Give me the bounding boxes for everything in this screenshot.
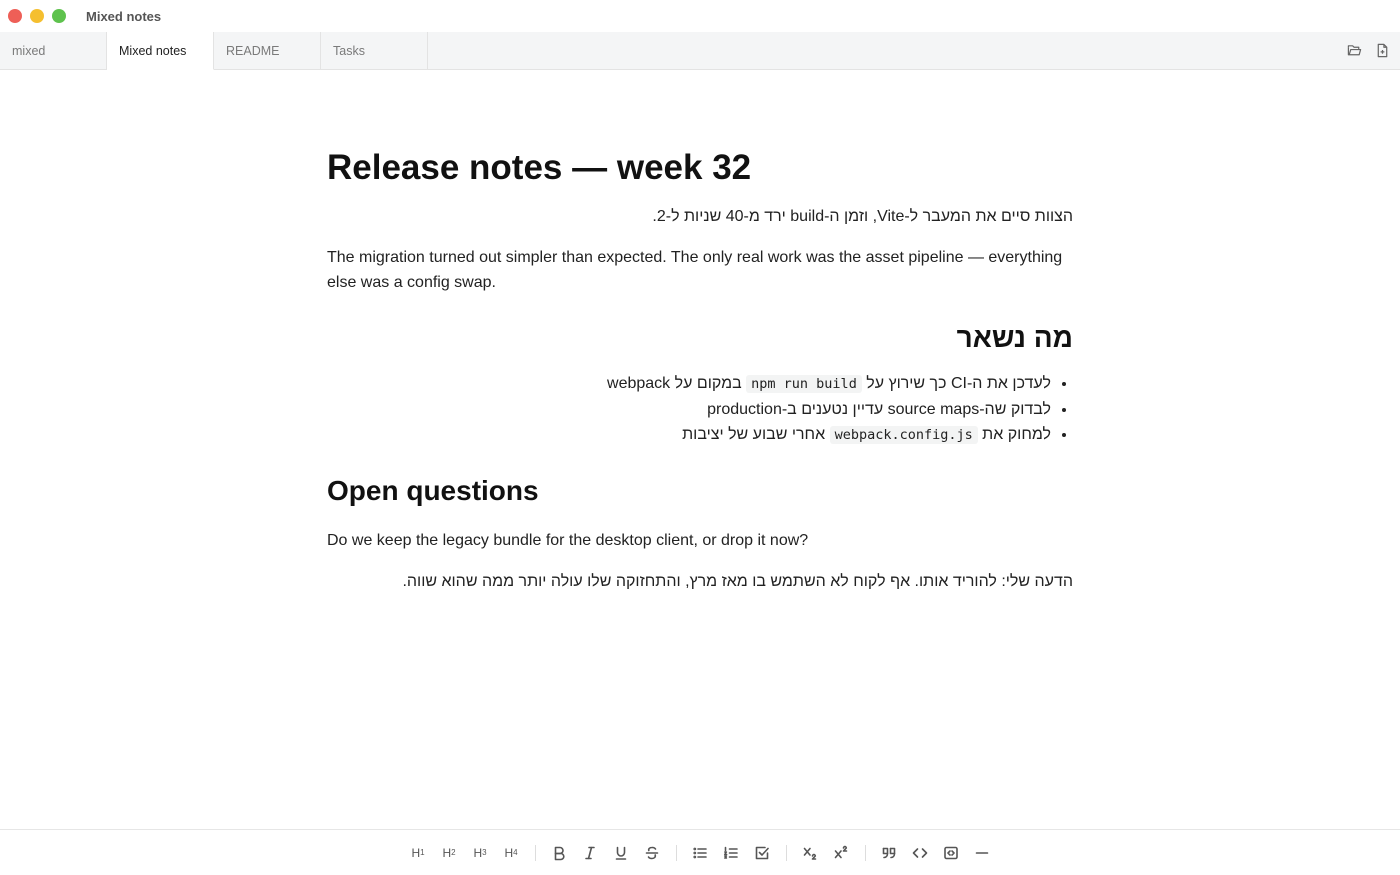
heading-1-button[interactable]: H1 <box>405 840 431 866</box>
toolbar-divider <box>864 844 866 861</box>
question-paragraph: Do we keep the legacy bundle for the des… <box>327 532 809 549</box>
tab-bar: mixed Mixed notes README Tasks <box>0 32 1400 70</box>
heading-4-button[interactable]: H4 <box>498 840 524 866</box>
tab-actions <box>1346 32 1390 69</box>
list-item: לעדכן את ה-CI כך שירוץ על npm run build … <box>327 371 1051 397</box>
remaining-tasks-list: לעדכן את ה-CI כך שירוץ על npm run build … <box>327 371 1073 448</box>
new-file-icon[interactable] <box>1374 43 1390 59</box>
code-block-icon[interactable] <box>938 840 964 866</box>
window-title: Mixed notes <box>86 8 162 24</box>
ordered-list-icon[interactable] <box>718 840 744 866</box>
migration-paragraph: The migration turned out simpler than ex… <box>327 249 1063 291</box>
heading-2-button[interactable]: H2 <box>436 840 462 866</box>
window-controls <box>8 9 66 23</box>
bullet-list-icon[interactable] <box>687 840 713 866</box>
heading-3-button[interactable]: H3 <box>467 840 493 866</box>
task-list-icon[interactable] <box>749 840 775 866</box>
opinion-paragraph-he: הדעה שלי: להוריד אותו. אף לקוח לא השתמש … <box>402 573 1073 590</box>
app-window: Mixed notes mixed Mixed notes README Tas… <box>0 0 1400 875</box>
toolbar-divider <box>785 844 787 861</box>
code-icon[interactable] <box>907 840 933 866</box>
tab-readme[interactable]: README <box>214 32 321 70</box>
toolbar-divider <box>675 844 677 861</box>
list-item: לבדוק שה-source maps עדיין נטענים ב-prod… <box>327 397 1051 422</box>
list-item: למחוק את webpack.config.js אחרי שבוע של … <box>327 422 1051 448</box>
folder-open-icon[interactable] <box>1346 43 1362 59</box>
italic-icon[interactable] <box>577 840 603 866</box>
close-window-button[interactable] <box>8 9 22 23</box>
strikethrough-icon[interactable] <box>639 840 665 866</box>
toolbar-divider <box>534 844 536 861</box>
blockquote-icon[interactable] <box>876 840 902 866</box>
document-editor[interactable]: Release notes — week 32 הצוות סיים את המ… <box>327 70 1073 594</box>
zoom-window-button[interactable] <box>52 9 66 23</box>
horizontal-rule-icon[interactable] <box>969 840 995 866</box>
title-bar: Mixed notes <box>0 0 1400 32</box>
superscript-icon[interactable] <box>828 840 854 866</box>
inline-code: webpack.config.js <box>829 426 978 444</box>
tab-tasks[interactable]: Tasks <box>321 32 428 70</box>
subscript-icon[interactable] <box>797 840 823 866</box>
document-title: Release notes — week 32 <box>327 148 752 187</box>
minimize-window-button[interactable] <box>30 9 44 23</box>
intro-paragraph-he: הצוות סיים את המעבר ל-Vite, וזמן ה-build… <box>652 208 1073 225</box>
open-questions-heading: Open questions <box>327 475 539 506</box>
bold-icon[interactable] <box>546 840 572 866</box>
tab-mixed[interactable]: mixed <box>0 32 107 70</box>
tab-mixed-notes[interactable]: Mixed notes <box>107 32 214 70</box>
inline-code: npm run build <box>746 375 862 393</box>
formatting-toolbar: H1 H2 H3 H4 <box>0 829 1400 875</box>
underline-icon[interactable] <box>608 840 634 866</box>
remaining-heading-he: מה נשאר <box>956 322 1073 353</box>
